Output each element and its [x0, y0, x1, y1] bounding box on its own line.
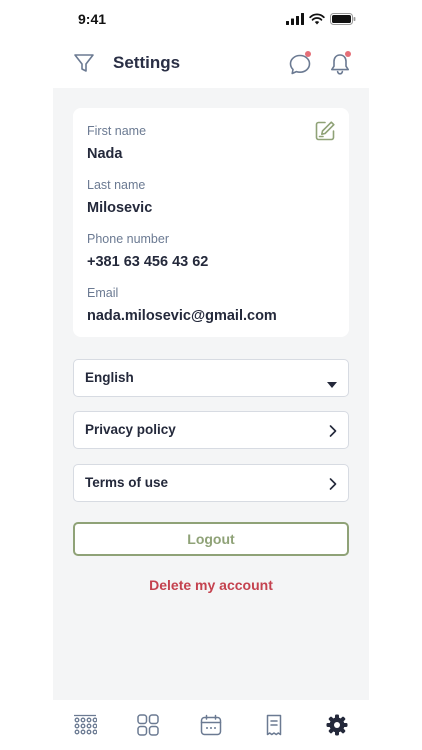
- logout-button[interactable]: Logout: [73, 522, 349, 556]
- apps-icon: [137, 714, 159, 736]
- phone-label: Phone number: [87, 232, 170, 246]
- gear-icon: [326, 714, 348, 736]
- tab-receipt[interactable]: [262, 713, 286, 737]
- chat-button[interactable]: [286, 50, 314, 78]
- tab-grid-dots[interactable]: [73, 713, 98, 737]
- phone-value: +381 63 456 43 62: [87, 254, 209, 270]
- status-icons: [286, 12, 356, 30]
- last-name-label: Last name: [87, 178, 146, 192]
- settings-content: First name Nada Last name Milosevic Phon…: [53, 88, 369, 700]
- terms-of-use-label: Terms of use: [85, 475, 169, 490]
- first-name-label: First name: [87, 124, 147, 138]
- chevron-right-icon: [329, 477, 337, 495]
- edit-icon[interactable]: [313, 119, 337, 143]
- first-name-value: Nada: [87, 146, 123, 162]
- receipt-icon: [266, 714, 282, 736]
- tab-bar: [53, 700, 369, 750]
- last-name-value: Milosevic: [87, 200, 153, 216]
- privacy-policy-button[interactable]: Privacy policy: [73, 411, 349, 449]
- grid-dots-icon: [74, 714, 98, 735]
- caret-down-icon: [327, 375, 337, 393]
- last-name-field: Last name Milosevic: [87, 177, 152, 217]
- chevron-right-icon: [329, 424, 337, 442]
- email-field: Email nada.milosevic@gmail.com: [87, 285, 277, 325]
- phone-field: Phone number +381 63 456 43 62: [87, 231, 208, 271]
- email-value: nada.milosevic@gmail.com: [87, 308, 277, 324]
- terms-of-use-button[interactable]: Terms of use: [73, 464, 349, 502]
- calendar-icon: [200, 714, 222, 736]
- wifi-icon: [309, 12, 325, 30]
- status-bar: 9:41: [0, 0, 422, 40]
- first-name-field: First name Nada: [87, 123, 146, 163]
- tab-apps[interactable]: [136, 713, 160, 737]
- privacy-policy-label: Privacy policy: [85, 422, 176, 437]
- chat-notification-dot: [305, 51, 311, 57]
- language-select[interactable]: English: [73, 359, 349, 397]
- header: Settings: [0, 40, 422, 88]
- tab-settings[interactable]: [325, 713, 349, 737]
- language-selected: English: [85, 370, 134, 385]
- signal-icon: [286, 12, 304, 30]
- notification-dot: [345, 51, 351, 57]
- battery-icon: [330, 12, 356, 30]
- page-title: Settings: [113, 53, 181, 72]
- filter-icon[interactable]: [72, 51, 96, 75]
- profile-card: First name Nada Last name Milosevic Phon…: [73, 108, 349, 337]
- delete-account-link[interactable]: Delete my account: [53, 577, 369, 593]
- email-label: Email: [87, 286, 119, 300]
- status-time: 9:41: [78, 11, 107, 27]
- tab-calendar[interactable]: [199, 713, 223, 737]
- notifications-button[interactable]: [326, 50, 354, 78]
